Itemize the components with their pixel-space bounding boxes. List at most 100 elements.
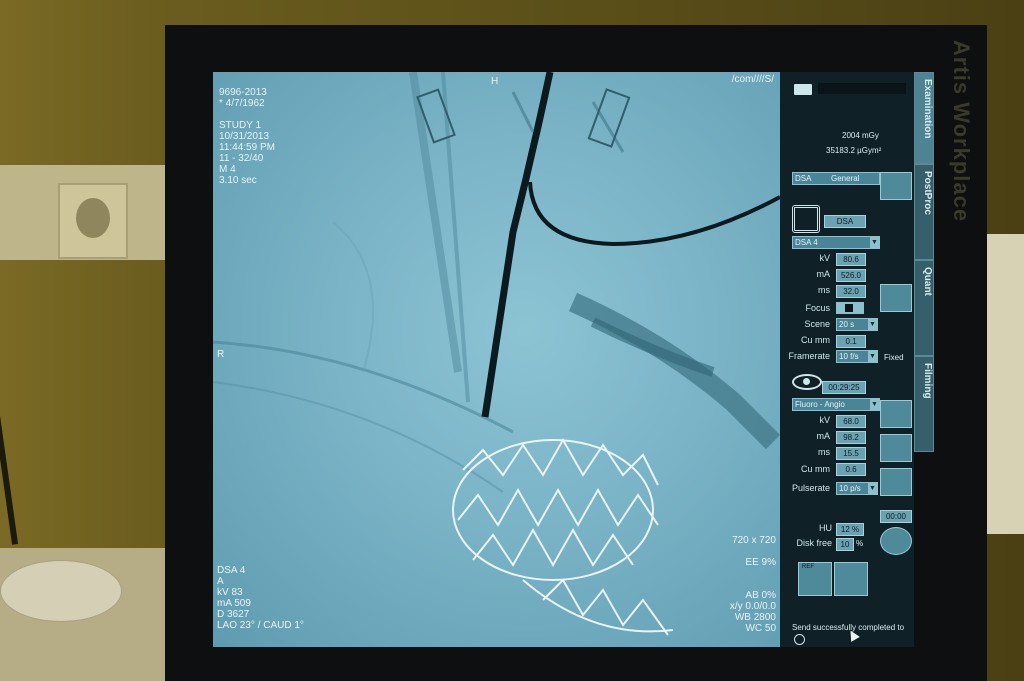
quant-side-button[interactable] [880,284,912,312]
patient-name-redacted [818,83,906,94]
acq-duration: 3.10 sec [219,175,257,186]
focus-square-icon [845,304,853,312]
disk-free-unit: % [856,539,864,548]
timer-button[interactable] [880,527,912,555]
eye-icon [792,374,822,390]
tab-label: Filming [922,363,933,399]
fluoro-cumm-label: Cu mm [801,464,830,474]
acq-ma-label: mA [816,269,831,279]
monitor-view-button[interactable] [880,434,912,462]
fluoro-mode-value: Fluoro - Angio [795,400,845,409]
kv-readout: kV 83 [217,587,243,598]
overlay-spacer [730,546,776,557]
eye-pupil-icon [803,378,810,385]
tab-label: Examination [922,79,933,139]
compact-disc [0,560,122,622]
overlay-top-left: 9696-2013 * 4/7/1962 STUDY 1 10/31/2013 … [219,87,275,186]
timer-display: 00:00 [880,510,912,523]
study-label: STUDY 1 [219,120,262,131]
overlay-spacer [730,579,776,590]
ref-button[interactable]: REF [798,562,832,596]
orientation-marker: R [217,349,225,360]
ref-label: REF [802,564,814,570]
cumm-value[interactable]: 0.1 [836,335,866,348]
overlay-top-center: H [491,76,499,87]
overlay-top-right: /com////S/ [731,74,774,85]
fluoro-ms-value[interactable]: 15.5 [836,447,866,460]
fluoro-ma-label: mA [816,431,831,441]
stent-valve [452,437,674,636]
image-store-button[interactable] [880,468,912,496]
tab-quant[interactable]: Quant [914,260,934,356]
folder-icon[interactable] [794,84,812,95]
image-index: 11 - 32/40 [219,153,264,164]
window-width: WB 2800 [734,612,776,623]
study-time: 11:44:59 PM [219,142,275,153]
control-panel: 2004 mGy 35183.2 µGym² DSA General DSA D… [780,72,914,647]
fluoro-kv-label: kV [819,415,830,425]
tab-examination[interactable]: Examination [914,72,934,164]
fluoro-mode-select[interactable]: Fluoro - Angio ▼ [792,398,880,411]
fluoro-store-button[interactable] [880,400,912,428]
chevron-down-icon: ▼ [870,237,879,248]
cumm-label: Cu mm [801,335,830,345]
framerate-value: 10 f/s [839,352,859,361]
edge-enhancement: EE 9% [745,557,776,568]
scene-value: 20 s [839,320,855,329]
acq-organ: General [831,174,860,183]
overlay-bottom-right: 720 x 720 EE 9% AB 0% x/y 0.0/0.0 WB 280… [730,535,776,634]
image-viewport[interactable]: 9696-2013 * 4/7/1962 STUDY 1 10/31/2013 … [213,72,780,647]
distance-readout: D 3627 [217,609,250,620]
acq-protocol-select[interactable]: DSA 4 ▼ [792,236,880,249]
fluoro-ms-label: ms [818,447,830,457]
fluoro-cumm-value[interactable]: 0.6 [836,463,866,476]
framerate-select[interactable]: 10 f/s ▼ [836,350,878,363]
toolbar-right-button[interactable] [880,172,912,200]
fluoro-kv-value[interactable]: 68.0 [836,415,866,428]
acq-kv-value[interactable]: 80.6 [836,253,866,266]
scene-select[interactable]: 20 s ▼ [836,318,878,331]
acq-ms-value[interactable]: 32.0 [836,285,866,298]
socket-opening [76,198,110,238]
subtraction-button[interactable] [834,562,868,596]
acq-ma-value[interactable]: 526.0 [836,269,866,282]
matrix-size: 720 x 720 [732,535,776,546]
scene-label: Scene [804,319,830,329]
fluoro-ma-value[interactable]: 98.2 [836,431,866,444]
angulation-readout: LAO 23° / CAUD 1° [217,620,304,631]
dose-area-product: 35183.2 µGym² [826,146,882,155]
patient-dob: * 4/7/1962 [219,98,265,109]
overlay-spacer [219,109,275,120]
dsa-button[interactable]: DSA [824,215,866,228]
power-icon [794,634,805,645]
fixed-label: Fixed [884,353,904,362]
fluoro-time: 00:29:25 [822,381,866,394]
study-date: 10/31/2013 [219,131,270,142]
ab-readout: AB 0% [745,590,776,601]
protocol-name: DSA 4 [217,565,246,576]
tab-filming[interactable]: Filming [914,356,934,452]
tab-postproc[interactable]: PostProc [914,164,934,260]
tab-label: PostProc [922,171,933,215]
side-tabs: Examination PostProc Quant Filming [914,72,934,452]
disk-free-value: 10 [836,538,854,551]
dose-mgy: 2004 mGy [842,131,879,140]
window-center: WC 50 [745,623,776,634]
marker-count: M 4 [219,164,236,175]
hu-value: 12 % [836,523,864,536]
acq-mode-select[interactable]: DSA General [792,172,880,185]
pulserate-select[interactable]: 10 p/s ▼ [836,482,878,495]
collimator-icon [792,205,820,233]
monitor-brand: Artis Workplace [948,40,988,240]
chevron-down-icon: ▼ [868,351,877,362]
focus-indicator[interactable] [836,302,864,314]
patient-id: 9696-2013 [219,87,267,98]
tab-label: Quant [922,267,933,296]
chevron-down-icon: ▼ [868,319,877,330]
disk-free-label: Disk free [796,538,832,548]
acq-protocol-value: DSA 4 [795,238,818,247]
overlay-bottom-left: DSA 4 A kV 83 mA 509 D 3627 LAO 23° / CA… [217,565,304,631]
xy-readout: x/y 0.0/0.0 [729,601,776,612]
plane-label: A [217,576,224,587]
focus-label: Focus [805,303,830,313]
